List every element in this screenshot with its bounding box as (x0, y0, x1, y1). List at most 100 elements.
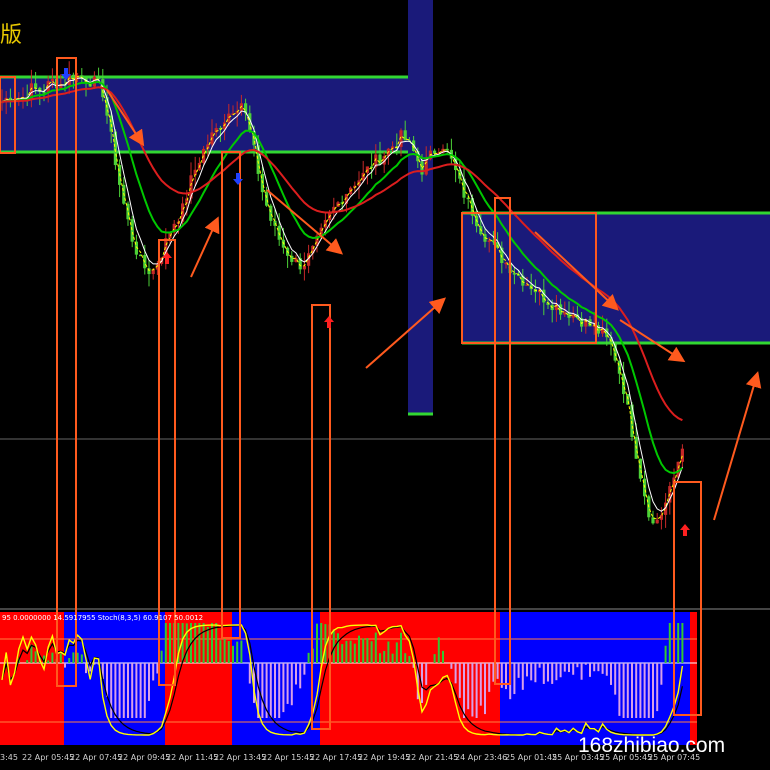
candle-body (655, 519, 659, 524)
histogram-bar (576, 663, 579, 668)
histogram-bar (559, 663, 562, 678)
histogram-bar (400, 632, 402, 663)
histogram-bar (521, 663, 524, 690)
histogram-bar (391, 653, 394, 663)
histogram-bar (589, 663, 591, 677)
histogram-bar (425, 663, 428, 685)
histogram-bar (278, 663, 281, 718)
chart-svg: 版 95 0.0000000 14.5917955 Stoch(8,3,5) 6… (0, 0, 770, 762)
x-tick-label: 22 Apr 17:45 (310, 753, 362, 762)
x-tick-label: 22 Apr 21:45 (406, 753, 458, 762)
candle-body (126, 203, 130, 220)
histogram-bar (505, 663, 507, 690)
histogram-bar (194, 623, 197, 663)
x-tick-label: 25 Apr 05:45 (600, 753, 652, 762)
histogram-bar (114, 663, 117, 718)
histogram-bar (395, 642, 398, 663)
histogram-bar (538, 663, 541, 668)
histogram-bar (303, 663, 306, 675)
histogram-bar (160, 650, 163, 663)
histogram-bar (475, 663, 478, 718)
x-tick-label: 22 Apr 05:45 (22, 753, 74, 762)
x-tick-label: 22 Apr 19:45 (358, 753, 410, 762)
x-tick-label: 22 Apr 13:45 (214, 753, 266, 762)
histogram-bar (631, 663, 633, 718)
histogram-bar (185, 623, 188, 663)
candle-body (424, 159, 428, 175)
histogram-bar (219, 640, 222, 663)
x-tick-label: 22 Apr 11:45 (166, 753, 218, 762)
histogram-bar (47, 660, 50, 663)
histogram-bar (370, 641, 373, 663)
histogram-bar (316, 623, 318, 663)
candle-body (302, 265, 306, 270)
histogram-bar (349, 640, 352, 663)
histogram-bar (290, 663, 293, 706)
trend-arrow (266, 189, 344, 255)
histogram-bar (643, 663, 646, 718)
histogram-bar (563, 663, 566, 672)
trading-chart: 版 95 0.0000000 14.5917955 Stoch(8,3,5) 6… (0, 0, 770, 770)
histogram-bar (635, 663, 638, 718)
histogram-bar (660, 663, 663, 685)
histogram-bar (223, 637, 226, 663)
x-tick-label: 25 Apr 03:45 (552, 753, 604, 762)
histogram-bar (572, 663, 575, 675)
histogram-bar (484, 663, 486, 715)
histogram-bar (681, 623, 684, 663)
histogram-bar (479, 663, 482, 706)
candle-body (50, 79, 54, 82)
zone-vertical (408, 0, 433, 414)
histogram-bar (622, 663, 625, 718)
histogram-bar (307, 652, 310, 663)
histogram-bar (568, 663, 570, 673)
histogram-bar (232, 645, 234, 663)
x-tick-label: 24 Apr 23:46 (455, 753, 507, 762)
x-tick-label: 25 Apr 01:45 (505, 753, 557, 762)
histogram-bar (547, 663, 549, 682)
indicator-panel (0, 612, 697, 745)
histogram-bar (269, 663, 272, 718)
histogram-bar (215, 623, 218, 663)
histogram-bar (51, 652, 54, 663)
histogram-bar (282, 663, 285, 713)
trend-arrow (713, 371, 762, 521)
x-tick-label: 25 Apr 07:45 (648, 753, 700, 762)
histogram-bar (496, 663, 499, 679)
histogram-bar (358, 635, 360, 663)
x-tick-label: 22 Apr 15:45 (262, 753, 314, 762)
histogram-bar (240, 640, 243, 663)
histogram-bar (647, 663, 650, 718)
histogram-bar (152, 663, 155, 681)
histogram-bar (337, 633, 339, 663)
histogram-bar (379, 653, 381, 663)
histogram-bar (59, 653, 62, 663)
histogram-bar (362, 638, 365, 663)
indicator-segment (690, 612, 697, 745)
histogram-bar (206, 626, 209, 663)
histogram-bar (366, 638, 369, 663)
candle-body (130, 219, 134, 242)
histogram-bar (433, 654, 436, 663)
histogram-bar (353, 643, 356, 663)
histogram-bar (72, 652, 75, 663)
histogram-bar (383, 650, 386, 663)
histogram-bar (202, 623, 205, 663)
histogram-bar (614, 663, 617, 695)
histogram-bar (597, 663, 600, 672)
histogram-bar (442, 650, 444, 663)
histogram-bar (534, 663, 537, 683)
histogram-bar (143, 663, 146, 718)
sell-signal-arrow (233, 173, 243, 185)
histogram-bar (26, 660, 29, 663)
histogram-bar (580, 663, 583, 680)
histogram-bar (34, 651, 37, 663)
histogram-bar (135, 663, 138, 718)
histogram-bar (127, 663, 129, 718)
candle-body (680, 448, 684, 462)
histogram-bar (463, 663, 465, 718)
histogram-bar (601, 663, 604, 674)
candle-body (512, 273, 516, 275)
buy-signal-arrow (680, 524, 690, 536)
histogram-bar (664, 645, 667, 663)
